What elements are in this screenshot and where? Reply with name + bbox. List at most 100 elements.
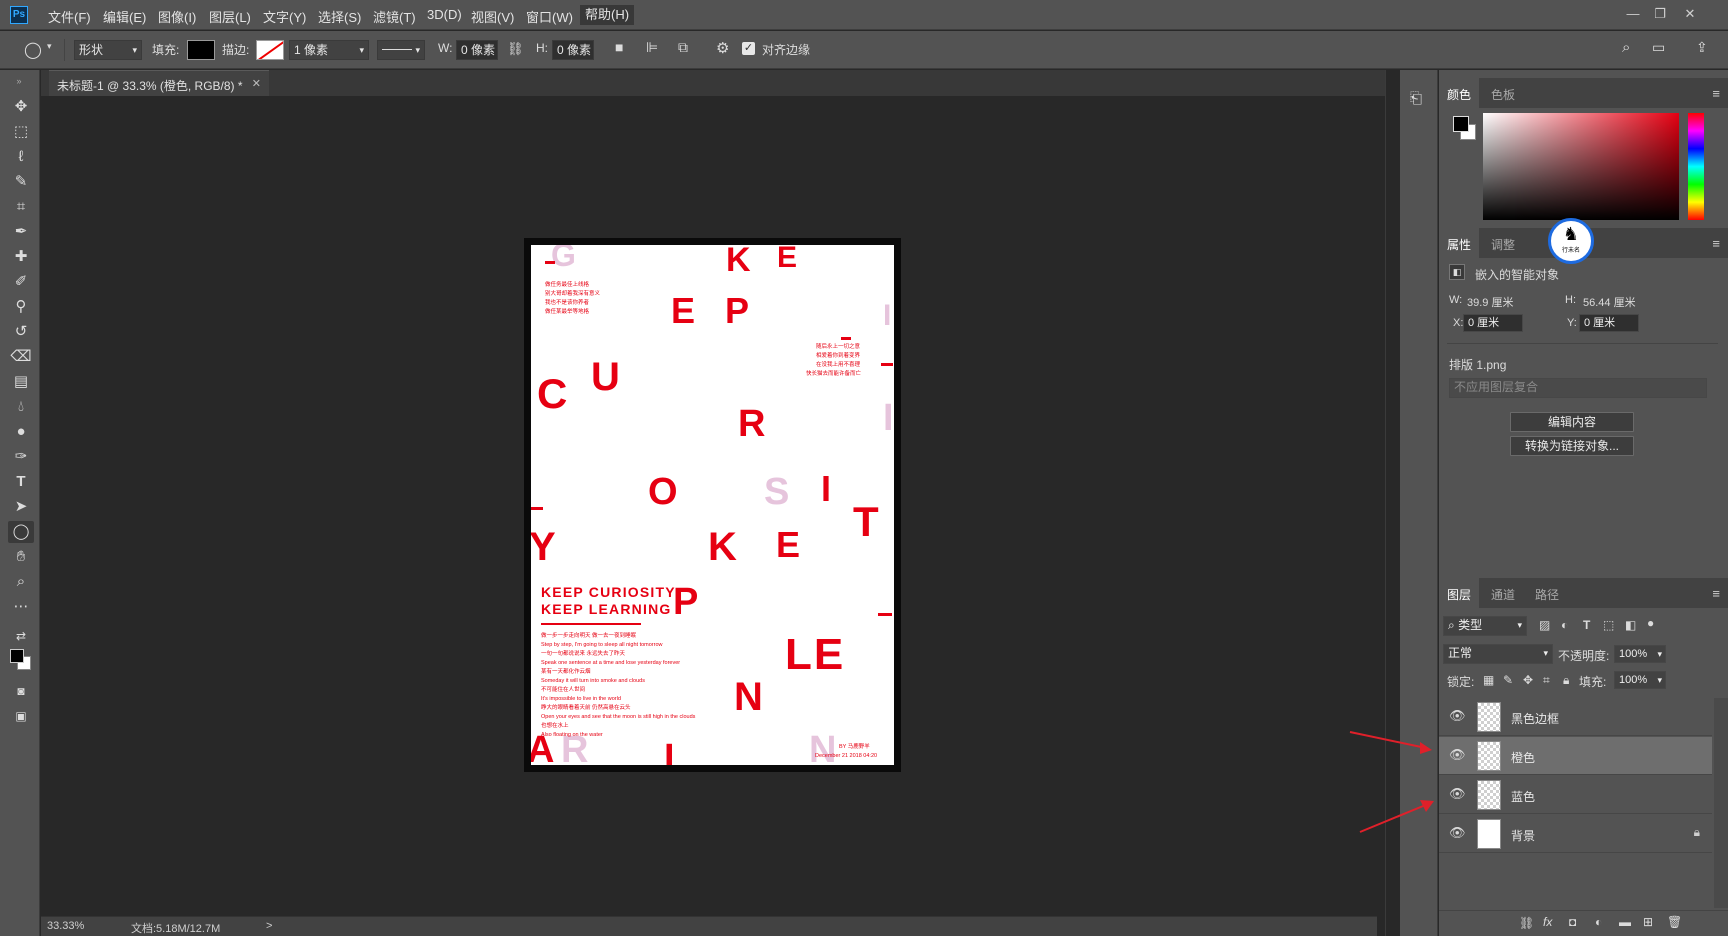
- menu-file[interactable]: 文件(F): [48, 7, 91, 26]
- align-edges-checkbox[interactable]: ✓: [742, 42, 755, 55]
- opacity-field[interactable]: 100% ▾: [1614, 645, 1666, 663]
- menu-filter[interactable]: 滤镜(T): [373, 7, 416, 26]
- search-icon[interactable]: ⌕: [1622, 39, 1630, 56]
- layer-name[interactable]: 黑色边框: [1511, 710, 1559, 727]
- blend-mode-select[interactable]: 正常 ▾: [1443, 644, 1553, 664]
- layer-filter-select[interactable]: ⌕ 类型 ▾: [1443, 616, 1527, 636]
- edit-contents-button[interactable]: 编辑内容: [1510, 412, 1634, 432]
- visibility-eye-icon[interactable]: 👁︎: [1449, 786, 1466, 802]
- close-tab-icon[interactable]: ✕: [252, 77, 261, 90]
- quick-mask-icon[interactable]: ◙: [8, 680, 34, 702]
- healing-brush-tool-icon[interactable]: ✚: [8, 246, 34, 268]
- panel-menu-icon[interactable]: ≡: [1712, 86, 1720, 101]
- path-operations-icon[interactable]: ■: [615, 39, 623, 55]
- ellipse-tool-icon[interactable]: ◯: [8, 521, 34, 543]
- new-layer-icon[interactable]: ⊞: [1643, 915, 1653, 929]
- layer-row[interactable]: 👁︎ 背景 🔒︎: [1439, 815, 1712, 853]
- blur-tool-icon[interactable]: 💧︎: [8, 396, 34, 418]
- hand-tool-icon[interactable]: ✋︎: [8, 546, 34, 568]
- zoom-tool-icon[interactable]: ⌕: [8, 571, 34, 593]
- menu-help[interactable]: 帮助(H): [580, 5, 635, 25]
- eyedropper-tool-icon[interactable]: ✒: [8, 221, 34, 243]
- clone-stamp-tool-icon[interactable]: ⚲: [8, 296, 34, 318]
- menu-layer[interactable]: 图层(L): [209, 7, 251, 26]
- tab-channels[interactable]: 通道: [1491, 586, 1515, 603]
- layer-row[interactable]: 👁︎ 橙色: [1439, 737, 1712, 775]
- prop-h-value[interactable]: 56.44 厘米: [1583, 294, 1636, 310]
- photoshop-logo-icon[interactable]: Ps: [10, 6, 28, 24]
- move-tool-icon[interactable]: ✥: [8, 96, 34, 118]
- tab-swatches[interactable]: 色板: [1491, 86, 1515, 103]
- convert-to-linked-button[interactable]: 转换为链接对象...: [1510, 436, 1634, 456]
- fill-color-swatch[interactable]: [187, 40, 215, 60]
- layer-name[interactable]: 橙色: [1511, 749, 1535, 766]
- stroke-color-swatch[interactable]: [256, 40, 284, 60]
- history-panel-icon[interactable]: ⎗: [1410, 90, 1422, 107]
- tab-adjustments[interactable]: 调整: [1491, 236, 1515, 253]
- tab-paths[interactable]: 路径: [1535, 586, 1559, 603]
- crop-tool-icon[interactable]: ⌗: [8, 196, 34, 218]
- gradient-tool-icon[interactable]: ▤: [8, 371, 34, 393]
- quick-selection-tool-icon[interactable]: ✎: [8, 171, 34, 193]
- visibility-eye-icon[interactable]: 👁︎: [1449, 825, 1466, 841]
- hue-slider[interactable]: [1688, 113, 1704, 220]
- filter-type-icon[interactable]: T: [1583, 618, 1590, 632]
- prop-y-field[interactable]: 0 厘米: [1579, 314, 1639, 332]
- more-tools-icon[interactable]: ⋯: [8, 596, 34, 618]
- lock-transparent-icon[interactable]: ▦: [1483, 673, 1494, 687]
- menu-3d[interactable]: 3D(D): [427, 7, 462, 22]
- path-selection-tool-icon[interactable]: ➤: [8, 496, 34, 518]
- lock-icon[interactable]: 🔒︎: [1694, 825, 1700, 840]
- visibility-eye-icon[interactable]: 👁︎: [1449, 708, 1466, 724]
- width-field[interactable]: 0 像素: [456, 40, 498, 60]
- share-icon[interactable]: ⇪: [1696, 39, 1708, 56]
- restore-icon[interactable]: ❐: [1647, 4, 1673, 24]
- history-brush-tool-icon[interactable]: ↺: [8, 321, 34, 343]
- foreground-color-swatch[interactable]: [10, 649, 24, 663]
- menu-type[interactable]: 文字(Y): [263, 7, 306, 26]
- lock-artboard-icon[interactable]: ⌗: [1543, 673, 1550, 688]
- layer-style-icon[interactable]: fx: [1543, 915, 1552, 929]
- menu-image[interactable]: 图像(I): [158, 7, 196, 26]
- swap-colors-icon[interactable]: ⇄: [8, 625, 34, 647]
- path-arrangement-icon[interactable]: ⧉: [678, 39, 688, 56]
- tab-properties[interactable]: 属性: [1447, 236, 1471, 253]
- visibility-eye-icon[interactable]: 👁︎: [1449, 747, 1466, 763]
- gear-icon[interactable]: ⚙: [716, 39, 729, 57]
- lock-pixels-icon[interactable]: ✎: [1503, 673, 1513, 687]
- menu-edit[interactable]: 编辑(E): [103, 7, 146, 26]
- tool-mode-select[interactable]: 形状 ▾: [74, 40, 142, 60]
- type-tool-icon[interactable]: T: [8, 471, 34, 493]
- stroke-width-field[interactable]: 1 像素 ▾: [289, 40, 369, 60]
- path-alignment-icon[interactable]: ⊫: [646, 39, 658, 56]
- panel-menu-icon[interactable]: ≡: [1712, 236, 1720, 251]
- status-menu-arrow[interactable]: >: [266, 920, 272, 932]
- menu-view[interactable]: 视图(V): [471, 7, 514, 26]
- lock-all-icon[interactable]: 🔒︎: [1563, 673, 1569, 688]
- marquee-tool-icon[interactable]: ⬚: [8, 121, 34, 143]
- layer-name[interactable]: 背景: [1511, 827, 1535, 844]
- layers-scrollbar[interactable]: [1714, 698, 1728, 908]
- collapse-icon[interactable]: »: [6, 70, 32, 92]
- link-icon[interactable]: ⛓: [507, 41, 524, 57]
- layer-row[interactable]: 👁︎ 蓝色: [1439, 776, 1712, 814]
- menu-select[interactable]: 选择(S): [318, 7, 361, 26]
- ellipse-tool-preset-icon[interactable]: ◯: [24, 40, 42, 60]
- new-adjustment-icon[interactable]: ◐: [1595, 915, 1602, 929]
- lock-position-icon[interactable]: ✥: [1523, 673, 1533, 687]
- filter-adjustment-icon[interactable]: ◐: [1561, 618, 1568, 632]
- layer-row[interactable]: 👁︎ 黑色边框: [1439, 698, 1712, 736]
- eraser-tool-icon[interactable]: ⌫: [8, 346, 34, 368]
- zoom-level[interactable]: 33.33%: [47, 920, 84, 932]
- foreground-color-swatch[interactable]: [1453, 116, 1469, 132]
- prop-w-value[interactable]: 39.9 厘米: [1467, 294, 1513, 310]
- document-tab[interactable]: 未标题-1 @ 33.3% (橙色, RGB/8) * ✕: [49, 70, 269, 96]
- lasso-tool-icon[interactable]: ℓ: [8, 146, 34, 168]
- delete-layer-icon[interactable]: 🗑︎: [1667, 915, 1682, 929]
- poster-artboard[interactable]: G K E E P C U R O S I T Y K E P LE N A R…: [531, 245, 894, 765]
- pen-tool-icon[interactable]: ✑: [8, 446, 34, 468]
- menu-window[interactable]: 窗口(W): [526, 7, 573, 26]
- close-icon[interactable]: ✕: [1677, 4, 1703, 24]
- color-field[interactable]: [1483, 113, 1679, 220]
- layer-comp-select[interactable]: 不应用图层复合: [1449, 378, 1707, 398]
